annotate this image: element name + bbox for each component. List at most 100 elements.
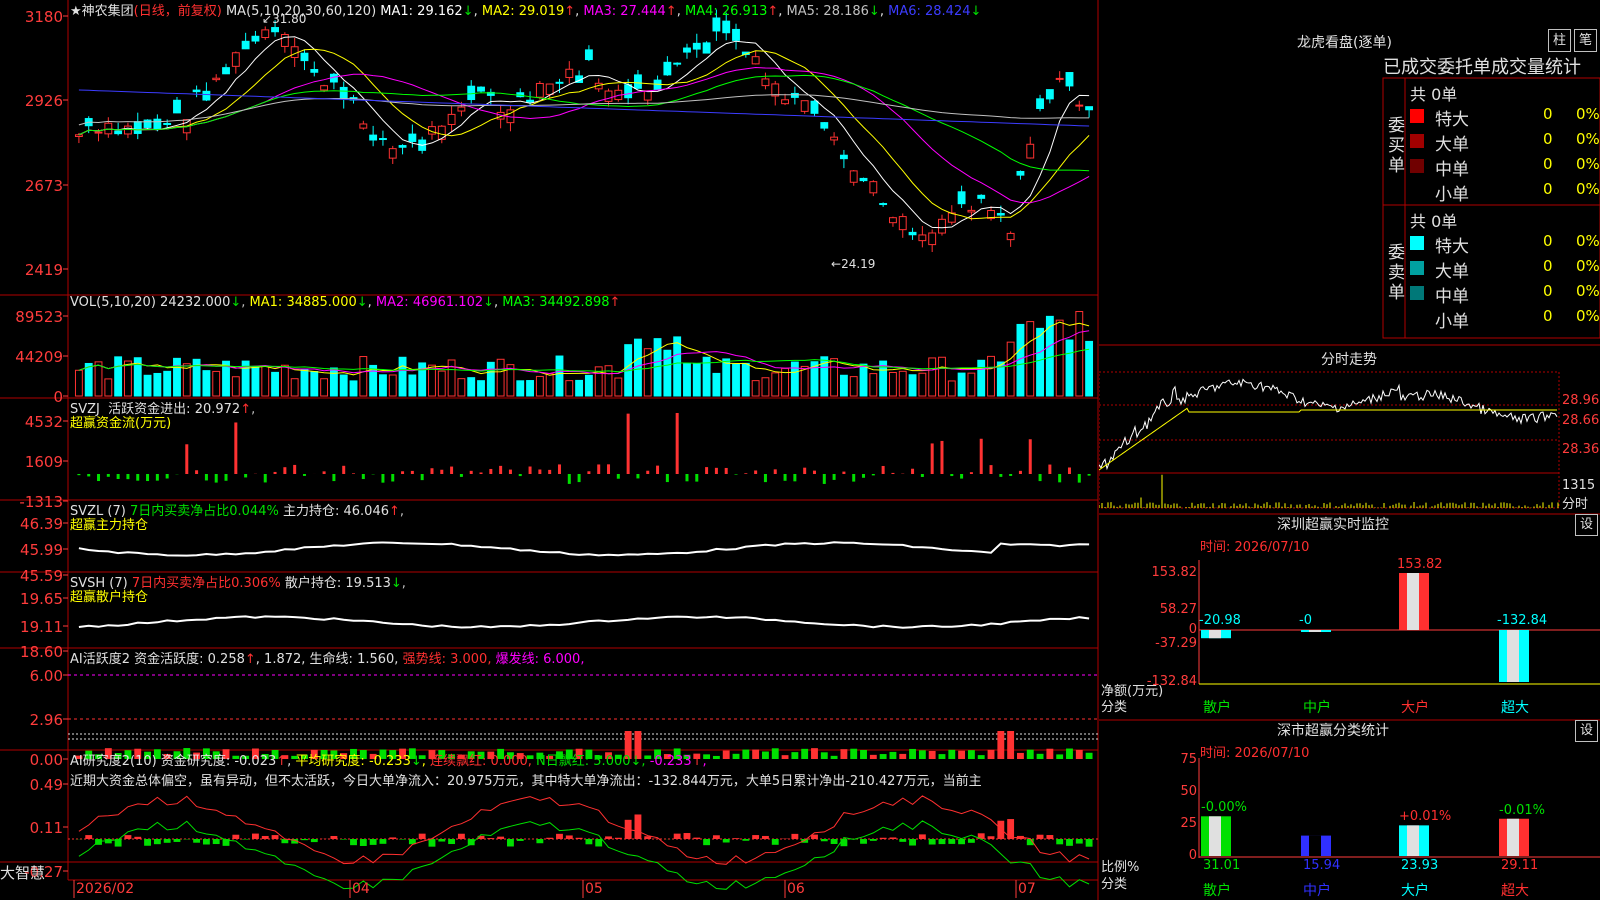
- ma-legend-item: MA4: 26.913: [680, 4, 768, 19]
- candle-body: [74, 134, 83, 137]
- candle: [231, 51, 240, 74]
- research-bar: [153, 839, 161, 845]
- ai-research-item: 资金研究度: -0.023: [160, 754, 277, 769]
- stock-name[interactable]: 神农集团: [82, 4, 134, 19]
- candle-body: [398, 145, 407, 148]
- buy-row-name: 小单: [1435, 185, 1469, 205]
- candle-body: [545, 83, 554, 95]
- ma-legend-item: MA1: 29.162: [380, 4, 463, 19]
- candle-body: [879, 203, 888, 206]
- tick-view-button[interactable]: 笔: [1574, 29, 1597, 52]
- candle: [889, 216, 897, 227]
- research-bar: [359, 839, 367, 846]
- candle: [663, 56, 672, 76]
- candle-body: [702, 42, 711, 54]
- stats-bar: [1499, 818, 1529, 856]
- candle-body: [1085, 106, 1094, 111]
- candle-body: [173, 99, 181, 114]
- y-tick-label: 6.00: [29, 667, 63, 685]
- candle: [339, 81, 348, 109]
- candle: [839, 149, 848, 169]
- research-bar: [634, 814, 642, 839]
- research-bar: [1085, 839, 1093, 847]
- ma-arrow: ↑: [767, 4, 779, 19]
- candle: [908, 227, 917, 240]
- candle-body: [790, 92, 799, 98]
- ma-line-3: [78, 66, 1090, 204]
- app-brand[interactable]: 大智慧: [0, 862, 45, 883]
- activity-bar: [1066, 748, 1073, 759]
- fund-flow-bar: [165, 474, 169, 479]
- fund-flow-bar: [322, 471, 326, 474]
- ma-legend-item: MA3: 27.444: [579, 4, 666, 19]
- ai-arrow: ↑: [244, 652, 256, 667]
- candle: [143, 119, 152, 130]
- chart-period[interactable]: (日线，前复权): [134, 4, 222, 19]
- research-bar: [173, 839, 181, 842]
- candle-body: [800, 100, 809, 112]
- column-view-button[interactable]: 柱: [1548, 29, 1571, 52]
- buy-swatch: [1410, 109, 1424, 123]
- monitor-title: 深圳超赢实时监控: [1277, 517, 1389, 533]
- volume-bar: [712, 372, 721, 397]
- volume-bar: [987, 355, 995, 397]
- candle: [977, 194, 986, 204]
- candle: [761, 72, 770, 90]
- volume-bar: [261, 365, 270, 397]
- fund-flow-bar: [224, 474, 228, 481]
- candle-body: [153, 118, 162, 130]
- activity-bar: [1085, 752, 1093, 759]
- activity-bar: [820, 752, 828, 759]
- stats-settings-button[interactable]: 设: [1575, 720, 1598, 742]
- volume-bar: [947, 380, 956, 397]
- y-tick-label: 2926: [24, 92, 63, 110]
- fund-flow-bar: [567, 474, 571, 484]
- candle-body: [202, 90, 211, 101]
- research-bar: [820, 839, 828, 842]
- activity-bar: [722, 750, 730, 759]
- stats-bar-shine: [1309, 835, 1321, 856]
- volume-bar: [114, 356, 123, 397]
- candle: [673, 62, 682, 67]
- research-bar: [448, 839, 456, 845]
- activity-bar: [899, 753, 907, 759]
- volume-bar: [800, 365, 809, 397]
- candle-body: [231, 52, 240, 67]
- fund-flow-bar: [734, 474, 738, 475]
- volume-bar: [251, 366, 260, 397]
- volume-bar: [300, 369, 309, 397]
- volume-bar: [839, 374, 848, 397]
- candle-body: [830, 136, 839, 141]
- dragon-subtitle: 已成交委托单成交量统计: [1383, 57, 1581, 78]
- y-tick-label: 19.11: [20, 618, 63, 636]
- fund-flow-bar: [1009, 474, 1013, 476]
- activity-bar: [801, 748, 809, 759]
- monitor-settings-button[interactable]: 设: [1575, 514, 1598, 536]
- research-bar: [457, 833, 465, 839]
- ma-line-2: [78, 48, 1090, 220]
- candle: [329, 72, 338, 90]
- candle-body: [1055, 77, 1064, 80]
- stats-value-label: 23.93: [1401, 858, 1439, 873]
- fund-flow-bar: [391, 474, 395, 482]
- activity-bar: [850, 748, 858, 759]
- fund-flow-bar: [832, 474, 836, 480]
- stats-bar: [1301, 835, 1331, 856]
- candle: [545, 83, 554, 98]
- retail-holding-line: [78, 615, 1090, 629]
- candle: [241, 32, 250, 50]
- candle: [153, 114, 162, 132]
- intraday-title: 分时走势: [1321, 352, 1377, 368]
- research-bar: [124, 835, 132, 839]
- volume-bar: [967, 372, 976, 397]
- fund-flow-bar: [793, 474, 797, 482]
- fund-flow-bar: [420, 474, 424, 481]
- volume-bar: [790, 361, 799, 397]
- volume-bar: [516, 380, 525, 397]
- y-tick-label: 45.99: [20, 541, 63, 559]
- research-bar: [899, 839, 907, 842]
- fund-flow-bar: [204, 474, 208, 481]
- candle: [486, 88, 495, 105]
- sell-row-name: 中单: [1435, 287, 1469, 307]
- monitor-value-label: -132.84: [1497, 613, 1548, 628]
